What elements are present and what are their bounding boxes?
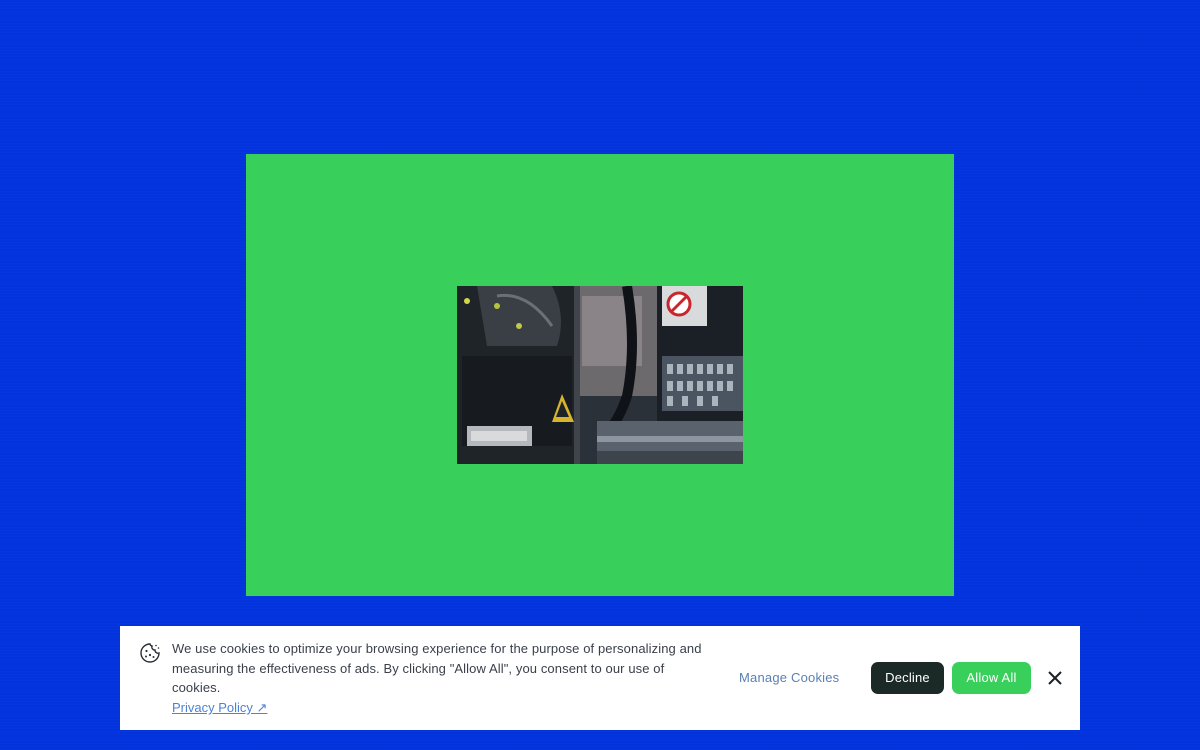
manage-cookies-link[interactable]: Manage Cookies [739, 669, 839, 687]
privacy-policy-link[interactable]: Privacy Policy ↗ [172, 698, 267, 718]
decline-button[interactable]: Decline [871, 662, 944, 694]
hero-image [457, 286, 743, 464]
cookie-consent-banner: We use cookies to optimize your browsing… [120, 626, 1080, 730]
cookie-icon [139, 642, 161, 664]
close-icon[interactable] [1044, 667, 1066, 689]
allow-all-button[interactable]: Allow All [952, 662, 1031, 694]
hero-panel [246, 154, 954, 596]
cookie-message: We use cookies to optimize your browsing… [172, 641, 702, 695]
